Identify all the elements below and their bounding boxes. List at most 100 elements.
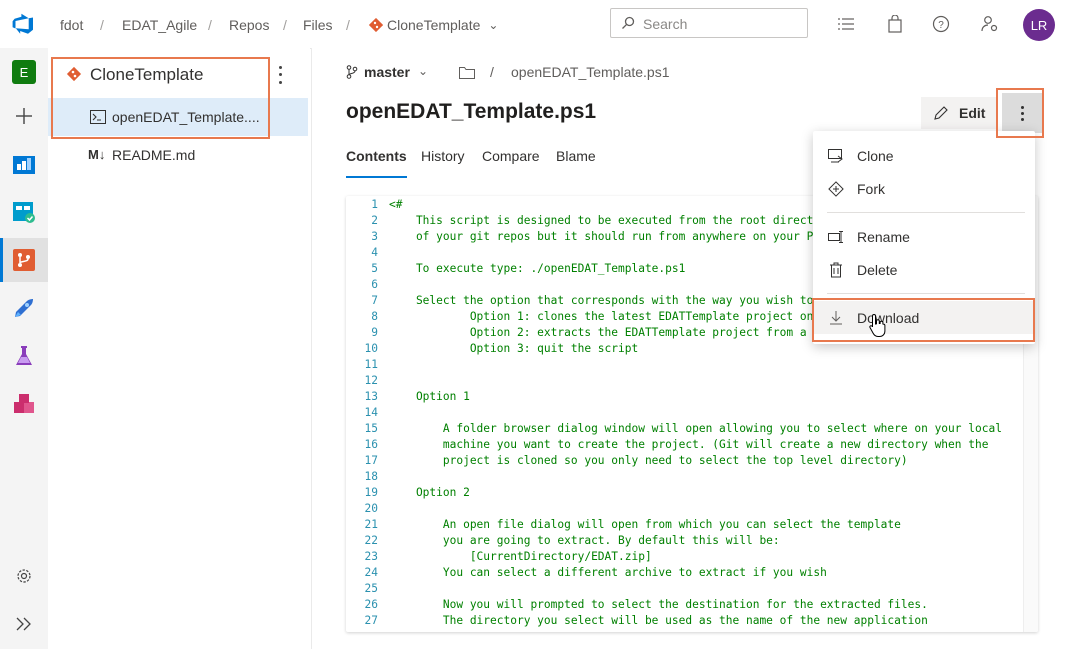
marketplace-icon[interactable] [883, 12, 907, 36]
code-text: Option 1: clones the latest EDATTemplate… [389, 310, 827, 323]
menu-item-fork[interactable]: Fork [813, 172, 1035, 205]
tab-compare[interactable]: Compare [482, 148, 540, 164]
breadcrumb-repos[interactable]: Repos [229, 17, 269, 33]
left-navigation-rail: E [0, 48, 49, 649]
code-text: of your git repos but it should run from… [389, 230, 821, 243]
breadcrumb-separator: / [100, 17, 104, 33]
user-settings-icon[interactable] [978, 12, 1002, 36]
repo-icon [66, 66, 82, 82]
work-items-icon[interactable] [834, 12, 858, 36]
tab-contents[interactable]: Contents [346, 148, 407, 178]
code-text: Option 2: extracts the EDATTemplate proj… [389, 326, 834, 339]
project-settings-gear-icon[interactable] [0, 554, 48, 598]
line-number: 14 [364, 406, 378, 419]
line-number: 15 [364, 422, 378, 435]
rename-icon [827, 228, 845, 246]
azure-devops-logo-icon[interactable] [12, 12, 36, 36]
code-line: 22 you are going to extract. By default … [346, 534, 1038, 550]
line-number: 1 [371, 198, 378, 211]
chevron-down-icon[interactable]: ⌄ [418, 64, 428, 78]
line-number: 16 [364, 438, 378, 451]
repos-icon[interactable] [0, 238, 48, 282]
test-plans-icon[interactable] [0, 334, 48, 378]
markdown-file-icon: M↓ [88, 147, 106, 162]
menu-item-clone[interactable]: Clone [813, 139, 1035, 172]
overview-icon[interactable] [0, 142, 48, 186]
tree-item-readme[interactable]: M↓ README.md [48, 136, 308, 174]
code-line: 10 Option 3: quit the script [346, 342, 1038, 358]
path-file-name[interactable]: openEDAT_Template.ps1 [511, 64, 670, 80]
code-text: A folder browser dialog window will open… [389, 422, 1002, 435]
code-text: The directory you select will be used as… [389, 614, 928, 627]
code-text: An open file dialog will open from which… [389, 518, 901, 531]
menu-divider [827, 293, 1025, 294]
more-vertical-icon [1020, 105, 1024, 121]
tree-item-openedat-template[interactable]: openEDAT_Template.... [48, 98, 308, 136]
breadcrumb-repo-picker[interactable]: CloneTemplate ⌄ [369, 17, 498, 33]
menu-item-rename[interactable]: Rename [813, 220, 1035, 253]
code-line: 24 You can select a different archive to… [346, 566, 1038, 582]
code-line: 18 [346, 470, 1038, 486]
line-number: 11 [364, 358, 378, 371]
chevron-down-icon: ⌄ [488, 18, 499, 32]
file-more-actions-button[interactable] [1002, 93, 1042, 133]
code-text: To execute type: ./openEDAT_Template.ps1 [389, 262, 686, 275]
line-number: 8 [371, 310, 378, 323]
tab-history[interactable]: History [421, 148, 465, 164]
code-line: 23 [CurrentDirectory/EDAT.zip] [346, 550, 1038, 566]
branch-selector[interactable]: master [364, 64, 410, 80]
code-line: 19 Option 2 [346, 486, 1038, 502]
tab-blame[interactable]: Blame [556, 148, 596, 164]
line-number: 24 [364, 566, 378, 579]
repo-title[interactable]: CloneTemplate [90, 65, 203, 85]
code-text: project is cloned so you only need to se… [389, 454, 908, 467]
help-icon[interactable]: ? [929, 12, 953, 36]
search-box[interactable]: Search [610, 8, 808, 38]
pipelines-icon[interactable] [0, 286, 48, 330]
line-number: 2 [371, 214, 378, 227]
breadcrumb-project[interactable]: EDAT_Agile [122, 17, 197, 33]
code-text: This script is designed to be executed f… [389, 214, 834, 227]
hand-cursor-icon [869, 313, 886, 337]
trash-icon [827, 261, 845, 279]
repo-icon [369, 18, 383, 32]
code-line: 25 [346, 582, 1038, 598]
line-number: 5 [371, 262, 378, 275]
menu-item-label: Download [857, 310, 920, 326]
expand-rail-icon[interactable] [0, 602, 48, 646]
folder-icon[interactable] [459, 66, 475, 79]
code-line: 15 A folder browser dialog window will o… [346, 422, 1038, 438]
search-placeholder: Search [643, 16, 688, 32]
search-icon [622, 16, 635, 29]
tree-item-label: README.md [112, 147, 196, 163]
project-icon[interactable]: E [0, 50, 48, 94]
boards-icon[interactable] [0, 190, 48, 234]
line-number: 23 [364, 550, 378, 563]
breadcrumb-separator: / [346, 17, 350, 33]
line-number: 18 [364, 470, 378, 483]
breadcrumb-org[interactable]: fdot [60, 17, 83, 33]
code-line: 11 [346, 358, 1038, 374]
line-number: 20 [364, 502, 378, 515]
code-text: <# [389, 198, 403, 211]
edit-button[interactable]: Edit [921, 97, 997, 129]
menu-item-label: Delete [857, 262, 898, 278]
repo-more-options-icon[interactable] [272, 64, 288, 86]
line-number: 19 [364, 486, 378, 499]
code-line: 14 [346, 406, 1038, 422]
tree-item-label: openEDAT_Template.... [112, 109, 260, 125]
artifacts-icon[interactable] [0, 382, 48, 426]
edit-button-label: Edit [959, 105, 986, 121]
menu-item-delete[interactable]: Delete [813, 253, 1035, 286]
menu-item-download[interactable]: Download [813, 301, 1035, 334]
code-text: machine you want to create the project. … [389, 438, 989, 451]
code-text: Option 3: quit the script [389, 342, 639, 355]
breadcrumb-files[interactable]: Files [303, 17, 333, 33]
file-tree-panel: CloneTemplate openEDAT_Template.... M↓ R… [48, 48, 310, 649]
powershell-file-icon [90, 110, 106, 124]
avatar[interactable]: LR [1023, 9, 1055, 41]
page-title: openEDAT_Template.ps1 [346, 100, 597, 123]
code-text: Now you will prompted to select the dest… [389, 598, 928, 611]
add-icon[interactable] [0, 94, 48, 138]
code-line: 16 machine you want to create the projec… [346, 438, 1038, 454]
